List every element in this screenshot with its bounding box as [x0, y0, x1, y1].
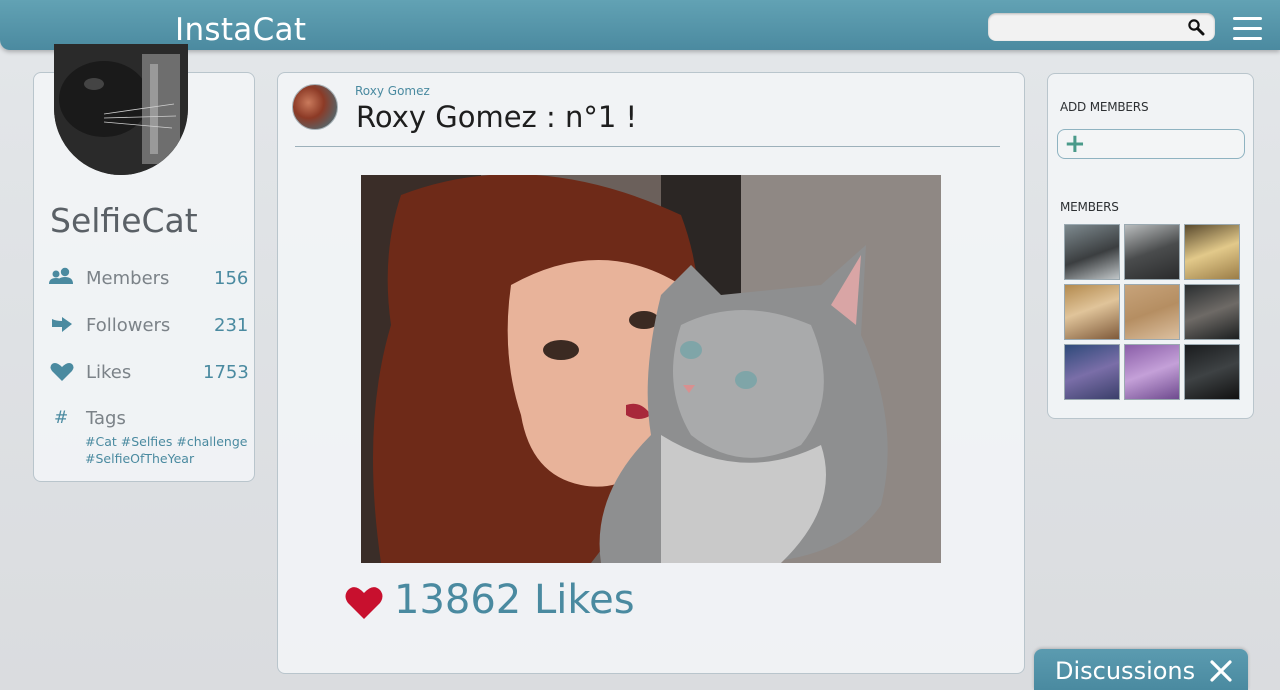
tags-label: Tags — [86, 408, 126, 429]
likes-count: 13862 Likes — [394, 577, 635, 623]
member-avatar[interactable] — [1124, 284, 1180, 340]
post-image[interactable] — [361, 175, 941, 563]
author-avatar[interactable] — [292, 84, 338, 130]
selfie-illustration — [361, 175, 941, 563]
member-avatar[interactable] — [1184, 224, 1240, 280]
member-avatar[interactable] — [1184, 284, 1240, 340]
like-heart-icon[interactable] — [344, 583, 384, 621]
post-card: Roxy Gomez Roxy Gomez : n°1 ! 13862 Like… — [277, 72, 1025, 674]
member-avatar[interactable] — [1064, 284, 1120, 340]
stat-value: 156 — [214, 268, 249, 289]
members-label: MEMBERS — [1060, 200, 1119, 214]
search-icon[interactable] — [1187, 18, 1205, 36]
post-author[interactable]: Roxy Gomez — [355, 84, 430, 98]
cat-photo-image — [54, 44, 188, 175]
stat-label: Followers — [86, 315, 171, 336]
member-avatar[interactable] — [1184, 344, 1240, 400]
hash-icon: # — [54, 408, 69, 428]
stat-value: 231 — [214, 315, 249, 336]
member-avatar[interactable] — [1124, 224, 1180, 280]
heart-icon — [50, 363, 74, 381]
discussions-tab[interactable]: Discussions — [1034, 649, 1248, 690]
top-bar: InstaCat — [0, 0, 1280, 50]
divider — [295, 146, 1000, 147]
stat-value: 1753 — [203, 362, 249, 383]
member-avatar[interactable] — [1124, 344, 1180, 400]
profile-avatar[interactable] — [54, 44, 188, 175]
stat-label: Members — [86, 268, 170, 289]
discussions-label[interactable]: Discussions — [1055, 657, 1195, 685]
search-input[interactable] — [988, 13, 1215, 41]
member-avatar[interactable] — [1064, 344, 1120, 400]
member-avatar[interactable] — [1064, 224, 1120, 280]
members-grid — [1064, 224, 1240, 400]
members-icon — [49, 267, 73, 284]
profile-name: SelfieCat — [50, 201, 198, 240]
app-title[interactable]: InstaCat — [175, 12, 306, 48]
stat-label: Likes — [86, 362, 132, 383]
menu-icon[interactable] — [1233, 17, 1263, 43]
profile-panel: SelfieCat Members 156 Followers 231 Like… — [33, 44, 255, 482]
post-title: Roxy Gomez : n°1 ! — [356, 100, 638, 134]
close-icon[interactable] — [1210, 660, 1232, 682]
add-members-label: ADD MEMBERS — [1060, 100, 1149, 114]
add-member-input[interactable]: + — [1057, 129, 1245, 159]
add-icon[interactable]: + — [1064, 129, 1086, 159]
tags-list[interactable]: #Cat #Selfies #challenge #SelfieOfTheYea… — [85, 433, 255, 467]
followers-arrow-icon — [52, 317, 72, 332]
members-panel: ADD MEMBERS + MEMBERS — [1047, 73, 1254, 419]
